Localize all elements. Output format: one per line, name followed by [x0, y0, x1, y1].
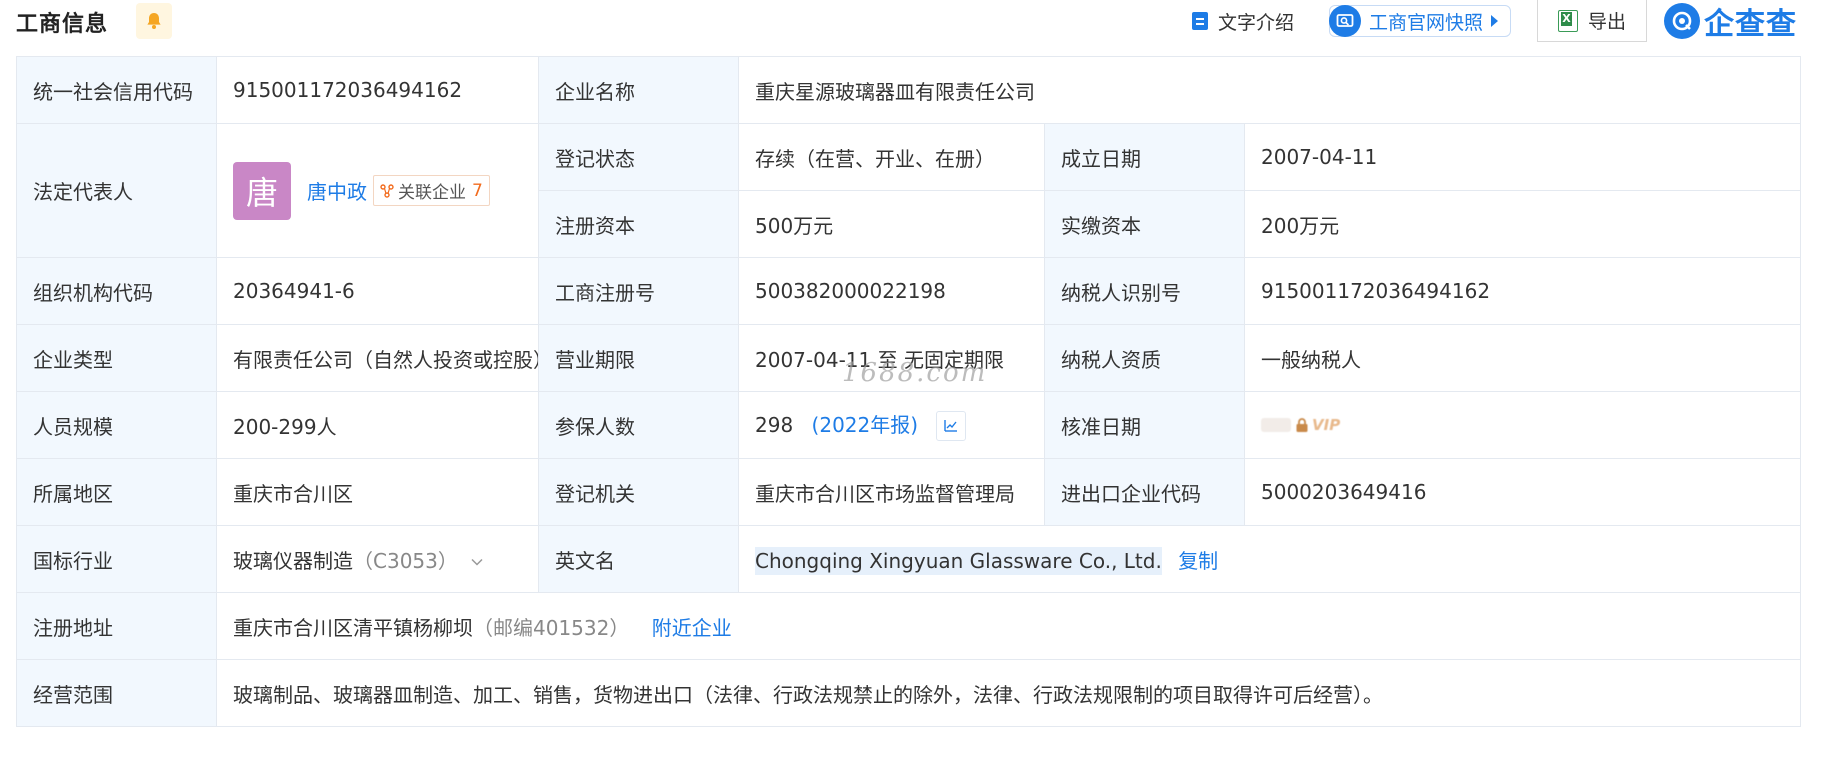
play-arrow-icon	[1491, 15, 1499, 27]
company-type-value: 有限责任公司（自然人投资或控股）	[216, 324, 539, 392]
chevron-down-icon[interactable]	[470, 555, 484, 569]
postcode-value: （邮编401532）	[473, 615, 630, 640]
region-value: 重庆市合川区	[216, 458, 539, 526]
import-export-label: 进出口企业代码	[1044, 458, 1245, 526]
header-bar: 工商信息 文字介绍 工商官网快照 导出 企查查	[0, 0, 1823, 44]
table-row: 注册地址 重庆市合川区清平镇杨柳坝（邮编401532） 附近企业	[16, 592, 1802, 660]
founded-date-value: 2007-04-11	[1243, 123, 1802, 191]
official-snapshot-label: 工商官网快照	[1369, 11, 1484, 34]
reg-status-label: 登记状态	[538, 123, 739, 191]
brand-logo: 企查查	[1664, 2, 1797, 42]
legal-rep-label: 法定代表人	[16, 123, 217, 258]
founded-date-label: 成立日期	[1044, 123, 1245, 191]
credit-code-value: 91500117203649416​2	[216, 56, 539, 124]
trend-chart-button[interactable]	[936, 411, 967, 442]
blurred-value	[1261, 418, 1291, 432]
org-code-value: 20364941-6	[216, 257, 539, 325]
address-value: 重庆市合川区清平镇杨柳坝	[233, 615, 473, 640]
credit-code-label: 统一社会信用代码	[16, 56, 217, 124]
insured-year-link[interactable]: (2022年报)	[812, 413, 919, 437]
reg-status-value: 存续（在营、开业、在册）	[738, 123, 1045, 191]
nearby-companies-link[interactable]: 附近企业	[652, 616, 732, 640]
insured-label: 参保人数	[538, 391, 739, 459]
reg-authority-label: 登记机关	[538, 458, 739, 526]
reg-authority-value: 重庆市合川区市场监督管理局	[738, 458, 1045, 526]
brand-text: 企查查	[1704, 7, 1797, 42]
table-row: 人员规模 200-299人 参保人数 298 (2022年报) 核准日期 VIP	[16, 391, 1802, 459]
text-intro-label: 文字介绍	[1218, 11, 1295, 34]
company-name-label: 企业名称	[538, 56, 739, 124]
biz-reg-no-value: 500382000022198	[738, 257, 1045, 325]
reg-capital-value: 500万元	[738, 190, 1045, 258]
address-label: 注册地址	[16, 592, 217, 660]
en-name-value: Chongqing Xingyuan Glassware Co., Ltd.	[755, 546, 1162, 575]
staff-size-label: 人员规模	[16, 391, 217, 459]
approval-date-label: 核准日期	[1044, 391, 1245, 459]
org-code-label: 组织机构代码	[16, 257, 217, 325]
approval-date-cell: VIP	[1243, 391, 1802, 459]
biz-reg-no-label: 工商注册号	[538, 257, 739, 325]
related-companies-label: 关联企业	[398, 183, 466, 203]
subscribe-bell-button[interactable]	[136, 3, 172, 39]
taxpayer-qual-value: 一般纳税人	[1243, 324, 1802, 392]
qcc-logo-icon	[1664, 3, 1700, 39]
taxpayer-qual-label: 纳税人资质	[1044, 324, 1245, 392]
relation-icon	[380, 183, 394, 198]
taxpayer-id-value: 915001172036494162	[1243, 257, 1802, 325]
taxpayer-id-label: 纳税人识别号	[1044, 257, 1245, 325]
insured-cell: 298 (2022年报)	[738, 391, 1045, 459]
related-companies-tag[interactable]: 关联企业 7	[373, 175, 490, 206]
company-type-label: 企业类型	[16, 324, 217, 392]
table-row: 统一社会信用代码 91500117203649416​2 企业名称 重庆星源玻璃…	[16, 56, 1802, 124]
legal-rep-name-link[interactable]: 唐中政	[307, 176, 367, 205]
reg-capital-label: 注册资本	[538, 190, 739, 258]
table-row: 组织机构代码 20364941-6 工商注册号 500382000022198 …	[16, 257, 1802, 325]
text-intro-button[interactable]: 文字介绍	[1192, 4, 1294, 38]
bell-icon	[147, 13, 161, 29]
table-row: 法定代表人 唐 唐中政 关联企业 7 登记状态 存续（在营、开业、在册） 成立日…	[16, 123, 1802, 258]
excel-icon	[1557, 9, 1578, 32]
import-export-value: 5000203649416	[1243, 458, 1802, 526]
scope-label: 经营范围	[16, 659, 217, 727]
vip-label: VIP	[1312, 416, 1341, 434]
industry-label: 国标行业	[16, 525, 217, 593]
en-name-label: 英文名	[538, 525, 739, 593]
region-label: 所属地区	[16, 458, 217, 526]
copy-button[interactable]: 复制	[1178, 549, 1218, 573]
scope-value: 玻璃制品、玻璃器皿制造、加工、销售，货物进出口（法律、行政法规禁止的除外，法律、…	[215, 659, 1802, 727]
legal-rep-cell: 唐 唐中政 关联企业 7	[216, 123, 539, 258]
table-row: 国标行业 玻璃仪器制造（C3053） 英文名 Chongqing Xingyua…	[16, 525, 1802, 593]
related-companies-count: 7	[472, 180, 483, 201]
staff-size-value: 200-299人	[216, 391, 539, 459]
insured-count: 298	[755, 412, 794, 437]
section-title: 工商信息	[16, 12, 109, 37]
industry-code: （C3053）	[353, 548, 458, 573]
industry-value: 玻璃仪器制造	[233, 548, 353, 573]
chart-icon	[944, 420, 958, 432]
table-row: 经营范围 玻璃制品、玻璃器皿制造、加工、销售，货物进出口（法律、行政法规禁止的除…	[16, 659, 1802, 727]
document-icon	[1192, 12, 1208, 30]
avatar[interactable]: 唐	[233, 161, 291, 220]
export-label: 导出	[1587, 11, 1626, 33]
address-cell: 重庆市合川区清平镇杨柳坝（邮编401532） 附近企业	[215, 592, 1802, 660]
export-button[interactable]: 导出	[1537, 0, 1647, 42]
business-info-table: 统一社会信用代码 91500117203649416​2 企业名称 重庆星源玻璃…	[16, 56, 1802, 727]
watermark: 1688.com	[842, 358, 988, 388]
en-name-cell: Chongqing Xingyuan Glassware Co., Ltd. 复…	[737, 525, 1802, 593]
snapshot-icon	[1329, 5, 1361, 37]
paid-capital-label: 实缴资本	[1044, 190, 1245, 258]
official-snapshot-button[interactable]: 工商官网快照	[1329, 5, 1512, 37]
company-name-value: 重庆星源玻璃器皿有限责任公司	[737, 56, 1802, 124]
industry-cell[interactable]: 玻璃仪器制造（C3053）	[216, 525, 539, 593]
vip-locked-value[interactable]: VIP	[1261, 416, 1340, 434]
biz-term-label: 营业期限	[538, 324, 739, 392]
paid-capital-value: 200万元	[1243, 190, 1802, 258]
lock-icon	[1296, 418, 1308, 432]
table-row: 所属地区 重庆市合川区 登记机关 重庆市合川区市场监督管理局 进出口企业代码 5…	[16, 458, 1802, 526]
